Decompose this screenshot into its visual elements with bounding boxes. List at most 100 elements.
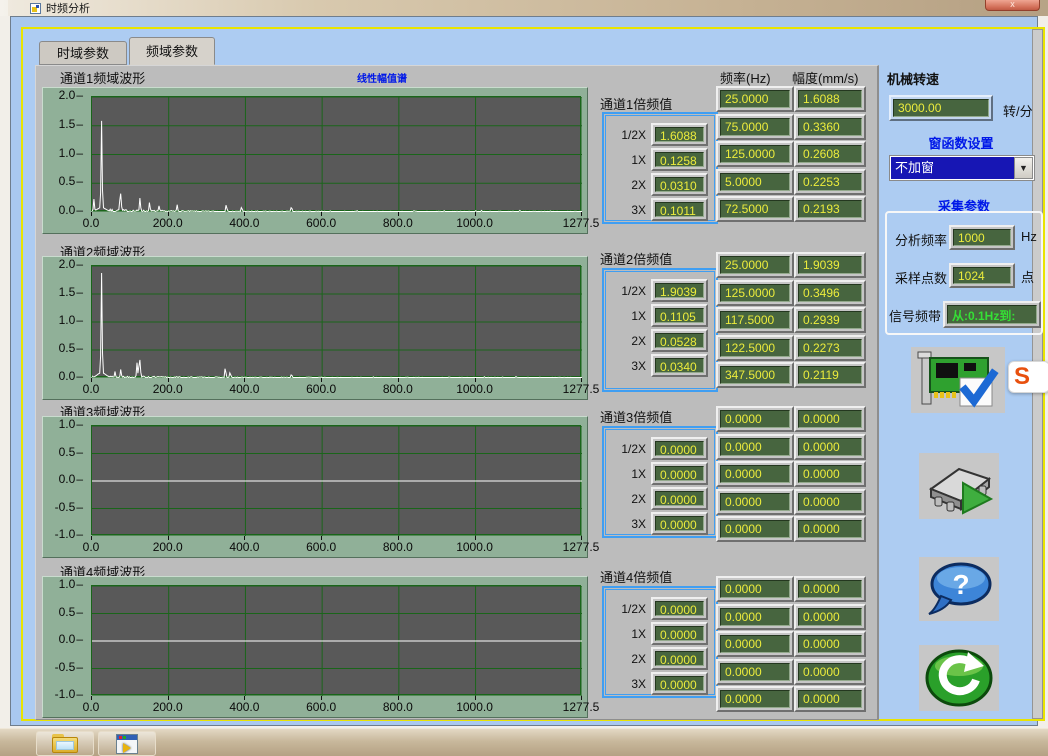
y-tick-label: 0.0: [45, 472, 83, 486]
taskbar-labview-button[interactable]: [98, 731, 156, 756]
analysis-freq-unit: Hz: [1021, 229, 1037, 244]
harmonic-order-label: 1/2X: [610, 284, 646, 298]
freq-value: 72.5000: [720, 200, 790, 218]
freq-cell: 347.5000: [716, 362, 794, 388]
freq-value: 122.5000: [720, 339, 790, 357]
x-tick-label: 200.0: [153, 216, 183, 230]
tab-time-domain[interactable]: 时域参数: [39, 41, 127, 65]
analysis-freq-input[interactable]: 1000: [953, 229, 1011, 246]
harmonic-order-label: 1X: [610, 627, 646, 641]
harmonic-value-wrap: 0.0310: [651, 173, 708, 196]
harmonics-panel-2: 1/2X1.90391X0.11052X0.05283X0.0340: [602, 268, 718, 392]
harmonic-value-wrap: 0.0000: [651, 672, 708, 695]
harmonic-value-wrap: 0.0340: [651, 354, 708, 377]
dropdown-arrow-icon[interactable]: ▼: [1014, 157, 1033, 179]
amp-value: 0.0000: [798, 493, 862, 511]
signal-band-label: 信号频带: [889, 306, 941, 325]
freq-cell: 0.0000: [716, 516, 794, 542]
window-fn-label: 窗函数设置: [889, 133, 1033, 152]
freq-cell: 122.5000: [716, 335, 794, 361]
x-tick-label: 600.0: [306, 700, 336, 714]
harmonics-panel-1: 1/2X1.60881X0.12582X0.03103X0.1011: [602, 112, 718, 224]
signal-band-value: 从:0.1Hz到:: [947, 305, 1037, 324]
y-tick-label: 1.0: [45, 577, 83, 591]
freq-value: 25.0000: [720, 256, 790, 274]
harmonics-title-2: 通道2倍频值: [600, 249, 672, 268]
harmonics-row: 1/2X1.9039: [610, 278, 708, 303]
freq-cell: 0.0000: [716, 659, 794, 685]
freq-cell: 72.5000: [716, 196, 794, 222]
x-tick-label: 400.0: [229, 540, 259, 554]
acq-params-group: 分析频率 1000 Hz 采样点数 1024 点 信号频带 从:0.1Hz到:: [885, 211, 1043, 335]
app-window: 时频分析 x 时域参数 频域参数 通道1频域波形线性幅值谱0.00.51.01.…: [8, 0, 1040, 728]
reset-button[interactable]: [919, 645, 999, 711]
freq-cell: 125.0000: [716, 141, 794, 167]
harmonics-panel-inner: 1/2X1.90391X0.11052X0.05283X0.0340: [605, 271, 715, 389]
harmonic-value: 0.0000: [655, 466, 704, 481]
amp-cell: 0.0000: [794, 631, 866, 657]
client-area: 时域参数 频域参数 通道1频域波形线性幅值谱0.00.51.01.52.00.0…: [10, 16, 1038, 726]
waveform-line-2: [92, 273, 582, 378]
close-button[interactable]: x: [985, 0, 1040, 11]
freq-column-header: 频率(Hz): [720, 68, 771, 87]
harmonic-order-label: 2X: [610, 492, 646, 506]
amp-value: 0.2608: [798, 145, 862, 163]
main-panel: 通道1频域波形线性幅值谱0.00.51.01.52.00.0200.0400.0…: [35, 65, 879, 720]
help-button[interactable]: ?: [919, 557, 999, 621]
harmonic-value: 0.0000: [655, 441, 704, 456]
freq-value: 0.0000: [720, 580, 790, 598]
x-tick-label: 0.0: [83, 540, 100, 554]
spectrum-type-label: 线性幅值谱: [357, 70, 407, 85]
freq-value: 0.0000: [720, 465, 790, 483]
amp-value: 0.2253: [798, 173, 862, 191]
taskbar-folder-button[interactable]: [36, 731, 94, 756]
freq-value: 0.0000: [720, 520, 790, 538]
titlebar: 时频分析: [8, 0, 1040, 16]
tab-frequency-domain[interactable]: 频域参数: [129, 37, 215, 65]
window-fn-dropdown[interactable]: 不加窗 ▼: [889, 155, 1035, 181]
y-tick-label: 1.0: [45, 417, 83, 431]
harmonic-order-label: 2X: [610, 652, 646, 666]
start-acquisition-button[interactable]: [919, 453, 999, 519]
y-tick-label: 1.5: [45, 117, 83, 131]
freq-value: 0.0000: [720, 690, 790, 708]
y-tick-label: -1.0: [45, 687, 83, 701]
amp-value: 0.0000: [798, 663, 862, 681]
harmonic-value: 0.0000: [655, 601, 704, 616]
freq-cell: 0.0000: [716, 604, 794, 630]
harmonic-value-wrap: 1.6088: [651, 123, 708, 146]
amp-value: 0.3360: [798, 118, 862, 136]
speed-input[interactable]: 3000.00: [893, 99, 989, 117]
freq-cell: 0.0000: [716, 406, 794, 432]
x-tick-label: 1277.5: [563, 382, 600, 396]
harmonics-row: 1X0.1258: [610, 147, 708, 172]
harmonics-panel-inner: 1/2X0.00001X0.00002X0.00003X0.0000: [605, 589, 715, 695]
speed-unit: 转/分: [1003, 101, 1033, 120]
sample-count-input[interactable]: 1024: [953, 267, 1011, 284]
amp-cell: 0.2273: [794, 335, 866, 361]
harmonic-value: 0.0000: [655, 626, 704, 641]
window-fn-value: 不加窗: [891, 157, 1014, 179]
x-tick-label: 200.0: [153, 382, 183, 396]
amp-cell: 0.3496: [794, 280, 866, 306]
y-tick-label: 0.5: [45, 174, 83, 188]
amp-value: 0.0000: [798, 690, 862, 708]
sogou-s-icon: S: [1014, 364, 1030, 390]
x-tick-label: 800.0: [383, 700, 413, 714]
amp-value: 0.0000: [798, 410, 862, 428]
harmonic-value-wrap: 0.1258: [651, 148, 708, 171]
check-device-button[interactable]: [911, 347, 1005, 413]
plot-area-3: [91, 425, 581, 535]
sogou-ime-badge[interactable]: S: [1008, 361, 1048, 393]
pci-card-check-icon: [916, 350, 1000, 410]
y-tick-label: 0.5: [45, 445, 83, 459]
harmonics-row: 3X0.1011: [610, 197, 708, 222]
freq-value: 0.0000: [720, 635, 790, 653]
harmonics-row: 2X0.0000: [610, 486, 708, 511]
amp-value: 0.0000: [798, 608, 862, 626]
amp-value: 1.9039: [798, 256, 862, 274]
amp-cell: 0.0000: [794, 659, 866, 685]
amp-cell: 0.0000: [794, 516, 866, 542]
harmonics-row: 3X0.0000: [610, 511, 708, 536]
harmonics-title-3: 通道3倍频值: [600, 407, 672, 426]
